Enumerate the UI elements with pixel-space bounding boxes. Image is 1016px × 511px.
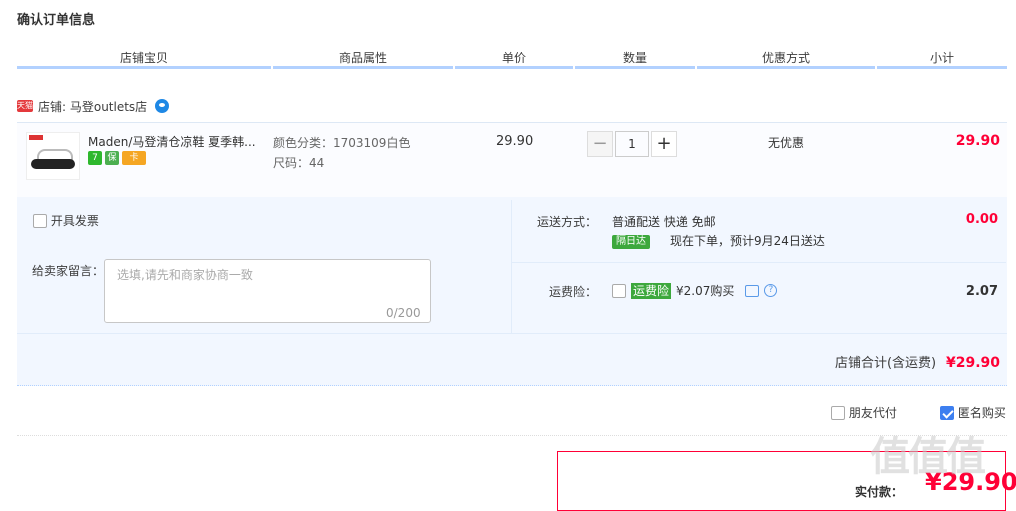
shop-total: 店铺合计(含运费) ¥29.90 <box>835 352 1000 371</box>
product-thumbnail[interactable] <box>26 132 80 180</box>
friend-pay-option[interactable]: 朋友代付 <box>831 404 897 421</box>
invoice-label: 开具发票 <box>50 214 99 228</box>
insurance-price: ¥2.07购买 <box>676 284 735 298</box>
shop-total-label: 店铺合计(含运费) <box>834 356 937 371</box>
delivery-estimate: 现在下单，预计9月24日送达 <box>670 234 825 248</box>
brand-logo-icon <box>29 135 43 140</box>
divider <box>17 435 1007 437</box>
header-subtotal: 小计 <box>929 51 954 65</box>
anonymous-label: 匿名购买 <box>957 406 1006 420</box>
shop-row: 天猫 店铺: 马登outlets店 <box>17 96 170 116</box>
divider <box>511 200 512 333</box>
promotion-text: 无优惠 <box>768 136 805 150</box>
header-underline <box>273 66 453 69</box>
header-attributes: 商品属性 <box>338 51 387 65</box>
tmall-icon: 天猫 <box>17 100 33 112</box>
quantity-stepper: − 1 + <box>587 131 677 157</box>
anonymous-checkbox[interactable] <box>940 405 954 420</box>
friend-pay-label: 朋友代付 <box>848 406 897 420</box>
message-label: 给卖家留言： <box>32 264 105 278</box>
qty-input[interactable]: 1 <box>615 131 649 157</box>
anonymous-option[interactable]: 匿名购买 <box>940 404 1006 421</box>
help-icon[interactable]: ? <box>764 284 778 297</box>
insurance-cost: 2.07 <box>965 284 998 299</box>
header-shop-item: 店铺宝贝 <box>119 51 168 65</box>
friend-pay-checkbox[interactable] <box>831 405 845 420</box>
header-underline <box>697 66 875 69</box>
qty-increase-button[interactable]: + <box>651 131 677 157</box>
header-unit-price: 单价 <box>501 51 526 65</box>
header-quantity: 数量 <box>622 51 647 65</box>
color-attribute: 颜色分类：1703109白色 <box>273 136 411 150</box>
guarantee-icon[interactable]: 保 <box>105 151 119 165</box>
invoice-option[interactable]: 开具发票 <box>33 212 99 229</box>
credit-card-icon[interactable]: 卡 <box>122 151 146 165</box>
header-promotion: 优惠方式 <box>761 51 810 65</box>
shop-name-link[interactable]: 店铺: 马登outlets店 <box>38 98 147 115</box>
insurance-checkbox[interactable] <box>612 283 626 298</box>
seven-day-return-icon[interactable]: 7 <box>88 151 102 165</box>
shop-total-value: ¥29.90 <box>945 355 1000 371</box>
chat-icon[interactable] <box>745 284 760 297</box>
message-char-counter: 0/200 <box>386 306 421 320</box>
qty-decrease-button[interactable]: − <box>587 131 613 157</box>
unit-price: 29.90 <box>496 134 534 149</box>
payment-label: 实付款： <box>855 485 904 499</box>
next-day-badge: 隔日达 <box>612 235 650 249</box>
wangwang-chat-icon[interactable] <box>155 99 170 113</box>
service-icons: 7 保 卡 <box>88 151 146 165</box>
shipping-cost: 0.00 <box>965 212 998 227</box>
product-title-link[interactable]: Maden/马登清仓凉鞋 夏季韩... <box>88 133 260 150</box>
sandal-sole-shape <box>31 159 75 169</box>
insurance-option: 运费险 ¥2.07购买 ? <box>612 282 778 299</box>
shipping-method: 普通配送 快递 免邮 <box>612 215 716 229</box>
header-underline <box>877 66 1007 69</box>
insurance-badge: 运费险 <box>631 282 672 299</box>
header-underline <box>455 66 573 69</box>
size-attribute: 尺码：44 <box>273 156 325 170</box>
item-subtotal: 29.90 <box>955 133 1000 149</box>
invoice-checkbox[interactable] <box>33 213 47 228</box>
divider <box>512 262 1006 263</box>
insurance-label: 运费险： <box>549 285 598 299</box>
shipping-label: 运送方式： <box>537 215 598 229</box>
message-placeholder: 选填,请先和商家协商一致 <box>117 268 253 282</box>
watermark: 值值值 <box>870 434 986 480</box>
divider <box>17 333 1007 334</box>
header-underline <box>575 66 695 69</box>
page-title: 确认订单信息 <box>17 13 96 28</box>
header-underline <box>17 66 271 69</box>
next-day-tag: 隔日达 <box>612 233 650 249</box>
